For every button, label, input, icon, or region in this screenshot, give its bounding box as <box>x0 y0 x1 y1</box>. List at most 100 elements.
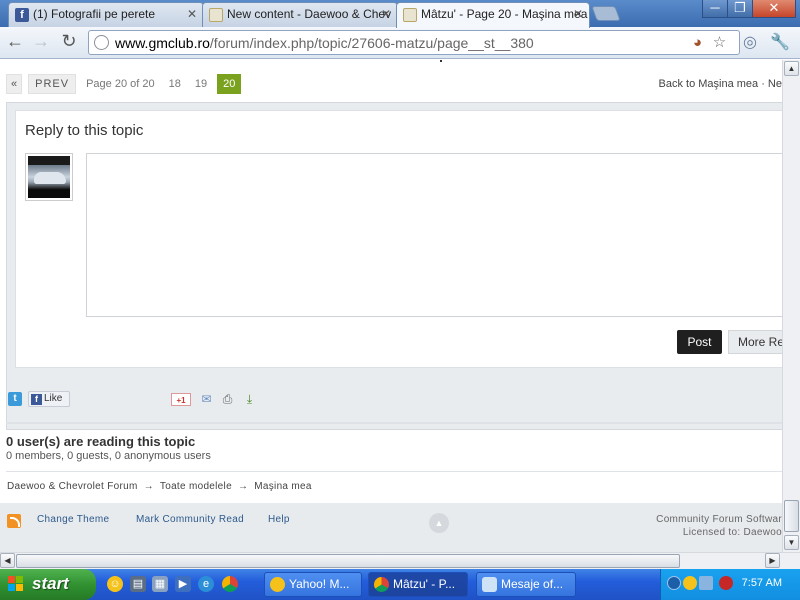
address-bar[interactable]: www.gmclub.ro/forum/index.php/topic/2760… <box>88 30 740 55</box>
post-button[interactable]: Post <box>677 330 722 354</box>
globe-icon <box>94 35 109 50</box>
show-desktop-icon[interactable]: ▤ <box>130 576 146 592</box>
messages-icon <box>482 577 497 592</box>
windows-logo-icon <box>8 576 24 592</box>
scroll-left-button[interactable]: ◀ <box>0 553 15 568</box>
tab-new-content[interactable]: New content - Daewoo & Chev ✕ <box>202 2 398 27</box>
page-link-19[interactable]: 19 <box>191 78 211 90</box>
horizontal-scrollbar[interactable]: ◀ ▶ <box>0 552 800 569</box>
breadcrumb-item[interactable]: Toate modelele <box>160 481 232 492</box>
download-icon[interactable]: ⤓ <box>241 393 258 406</box>
tab-label: Mâtzu' - Page 20 - Maşina mea <box>421 7 588 21</box>
prev-page-button[interactable]: PREV <box>28 74 77 94</box>
scroll-down-button[interactable]: ▼ <box>784 535 799 550</box>
browser-tab-strip: f (1) Fotografii pe perete ✕ New content… <box>0 0 800 28</box>
close-tab-icon[interactable]: ✕ <box>187 7 197 21</box>
yahoo-tray-icon[interactable] <box>683 576 697 590</box>
close-tab-icon[interactable]: ✕ <box>381 7 391 21</box>
tab-label: (1) Fotografii pe perete <box>33 7 156 21</box>
vertical-scroll-thumb[interactable] <box>784 500 799 532</box>
gmclub-favicon-icon <box>403 8 417 22</box>
vertical-scrollbar[interactable]: ▲ ▼ <box>782 60 800 552</box>
url-text: www.gmclub.ro/forum/index.php/topic/2760… <box>115 35 534 51</box>
email-icon[interactable]: ✉ <box>198 393 215 406</box>
scroll-up-button[interactable]: ▲ <box>784 61 799 76</box>
reply-panel: Reply to this topic <box>15 110 782 368</box>
tab-fotografii[interactable]: f (1) Fotografii pe perete ✕ <box>8 2 204 27</box>
close-window-button[interactable]: ✕ <box>752 0 796 18</box>
pagination: « PREV Page 20 of 20 18 19 20 <box>6 74 242 94</box>
more-reply-options-button[interactable]: More Re <box>728 330 782 354</box>
page-info: Page 20 of 20 <box>86 78 155 90</box>
clock: 7:57 AM <box>741 577 782 589</box>
wrench-icon[interactable]: 🔧 <box>770 33 790 53</box>
share-bar: t f Like +1 ✉ ⎙ ⤓ <box>8 391 782 409</box>
twitter-icon[interactable]: t <box>8 392 22 406</box>
windows-taskbar: start ☺ ▤ ▦ ▶ e Yahoo! M... Mâtzu' - P..… <box>0 569 800 600</box>
close-tab-icon[interactable]: ✕ <box>573 7 583 21</box>
page-link-18[interactable]: 18 <box>165 78 185 90</box>
tray-collapse-icon[interactable] <box>667 576 681 590</box>
restore-button[interactable]: ❐ <box>727 0 753 18</box>
license-text: Licensed to: Daewoo <box>682 527 782 538</box>
chrome-icon <box>374 577 389 592</box>
antivirus-icon[interactable] <box>719 576 733 590</box>
forum-footer: Change Theme Mark Community Read Help ▲ … <box>0 503 782 552</box>
avatar <box>25 153 73 201</box>
reply-container: Reply to this topic Post More Re <box>6 102 782 430</box>
task-yahoo[interactable]: Yahoo! M... <box>264 572 362 597</box>
minimize-button[interactable]: ─ <box>702 0 728 18</box>
forward-button[interactable]: → <box>30 31 52 53</box>
task-chrome[interactable]: Mâtzu' - P... <box>368 572 468 597</box>
breadcrumb-item[interactable]: Daewoo & Chevrolet Forum <box>7 481 138 492</box>
back-to-top-icon[interactable]: ▲ <box>429 513 449 533</box>
task-mesaje[interactable]: Mesaje of... <box>476 572 576 597</box>
media-icon[interactable]: ▶ <box>175 576 191 592</box>
mark-read-link[interactable]: Mark Community Read <box>136 514 244 525</box>
readers-title: 0 user(s) are reading this topic <box>6 434 196 449</box>
scroll-right-button[interactable]: ▶ <box>765 553 780 568</box>
divider <box>6 422 782 424</box>
breadcrumb-item[interactable]: Maşina mea <box>254 481 311 492</box>
start-label: start <box>32 574 69 593</box>
google-plus-icon[interactable]: +1 <box>171 393 191 406</box>
print-icon[interactable]: ⎙ <box>219 393 236 406</box>
facebook-like-button[interactable]: f Like <box>28 391 70 407</box>
tab-label: New content - Daewoo & Chev <box>227 7 392 21</box>
system-tray: 7:57 AM <box>660 569 800 600</box>
yahoo-messenger-icon[interactable]: ☺ <box>107 576 123 592</box>
back-to-forum-link[interactable]: Back to Maşina mea · Ne <box>659 78 783 90</box>
new-tab-button[interactable] <box>591 6 621 21</box>
first-page-button[interactable]: « <box>6 74 23 94</box>
explorer-icon[interactable]: ▦ <box>152 576 168 592</box>
chrome-icon[interactable] <box>222 576 238 592</box>
readers-subtitle: 0 members, 0 guests, 0 anonymous users <box>6 450 211 462</box>
rss-icon[interactable] <box>7 514 21 528</box>
horizontal-scroll-thumb[interactable] <box>16 554 680 568</box>
yahoo-messenger-icon <box>270 577 285 592</box>
stray-dot <box>440 60 442 62</box>
internet-explorer-icon[interactable]: e <box>198 576 214 592</box>
car-photo <box>34 172 66 184</box>
network-icon[interactable] <box>699 576 713 590</box>
tab-matzu[interactable]: Mâtzu' - Page 20 - Maşina mea ✕ <box>396 2 590 28</box>
reload-button[interactable]: ↻ <box>58 31 80 53</box>
copyright-text: Community Forum Softwar <box>656 514 782 525</box>
breadcrumb: Daewoo & Chevrolet Forum → Toate modelele →… <box>7 481 312 492</box>
reply-title: Reply to this topic <box>25 122 144 139</box>
cookie-blocked-icon[interactable]: ◕ <box>689 35 706 52</box>
help-link[interactable]: Help <box>268 514 290 525</box>
facebook-icon: f <box>31 394 42 405</box>
breadcrumb-arrow: → <box>237 481 249 492</box>
divider <box>6 471 782 472</box>
reply-editor[interactable] <box>86 153 782 317</box>
browser-toolbar: ← → ↻ www.gmclub.ro/forum/index.php/topi… <box>0 27 800 59</box>
gmclub-favicon-icon <box>209 8 223 22</box>
change-theme-link[interactable]: Change Theme <box>37 514 109 525</box>
start-button[interactable]: start <box>0 569 96 600</box>
facebook-icon: f <box>15 8 29 22</box>
extension-icon[interactable]: ◎ <box>740 33 760 53</box>
current-page: 20 <box>217 74 242 94</box>
bookmark-star-icon[interactable]: ☆ <box>711 35 728 52</box>
back-button[interactable]: ← <box>4 31 26 53</box>
